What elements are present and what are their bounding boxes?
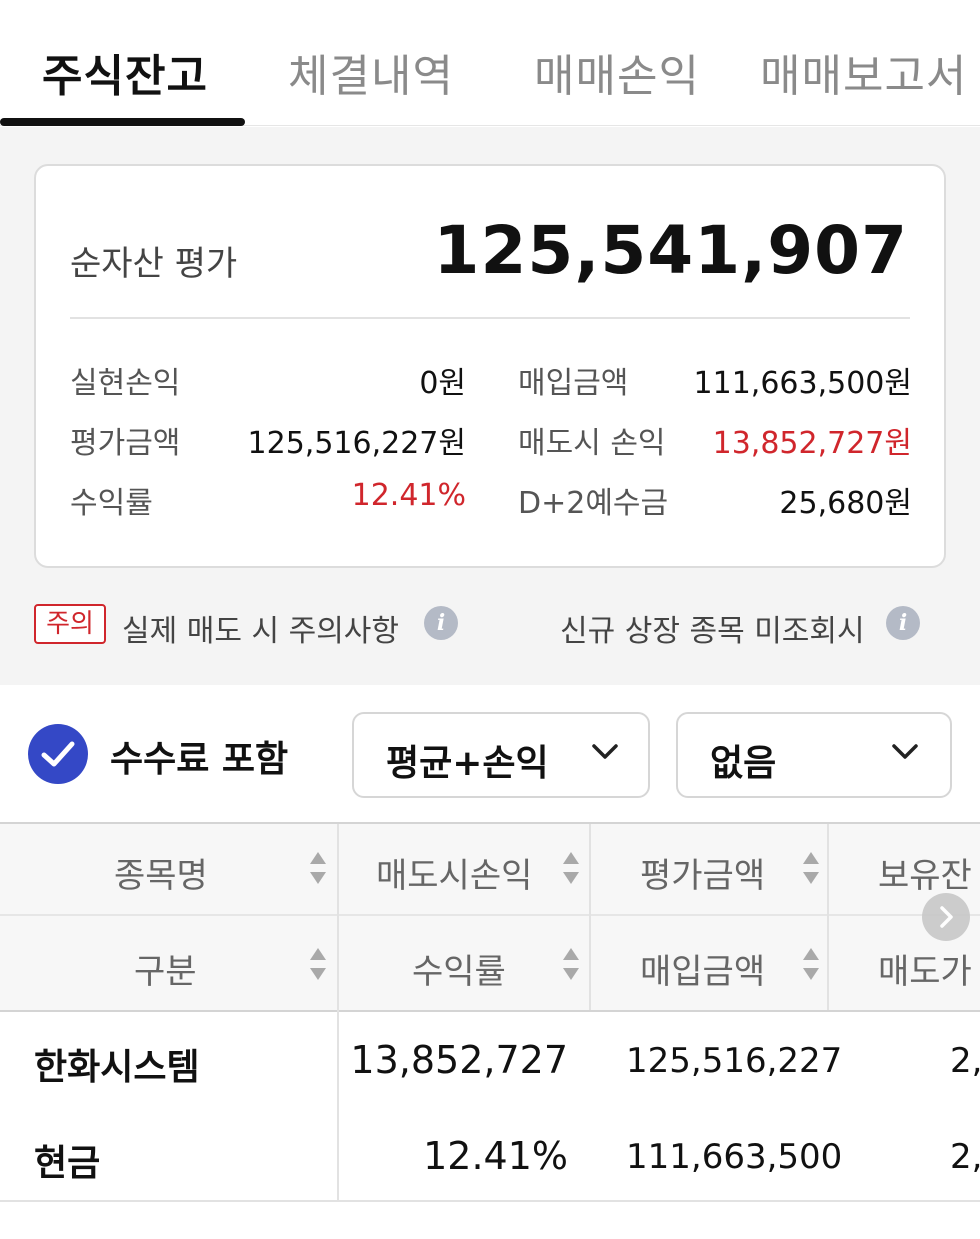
col-header-return[interactable]: 수익률 xyxy=(412,944,506,993)
sort-icon[interactable] xyxy=(309,852,327,886)
stock-name-cell[interactable]: 한화시스템 xyxy=(34,1038,200,1090)
realized-pl-value: 0원 xyxy=(419,366,466,401)
holding-cell: 2, xyxy=(950,1041,980,1081)
realized-pl-label: 실현손익 xyxy=(70,366,181,401)
caution-badge: 주의 xyxy=(34,604,106,644)
return-label: 수익률 xyxy=(70,486,153,521)
new-listing-link[interactable]: 신규 상장 종목 미조회시 xyxy=(560,606,865,650)
header-row-divider xyxy=(0,914,980,916)
header-bottom-border xyxy=(0,1010,980,1012)
info-icon[interactable]: i xyxy=(424,606,458,640)
include-fee-label[interactable]: 수수료 포함 xyxy=(110,730,288,782)
tab-bar: 주식잔고 체결내역 매매손익 매매보고서 xyxy=(0,0,980,126)
eval-amount-cell: 125,516,227 xyxy=(626,1041,843,1081)
tab-trading-report[interactable]: 매매보고서 xyxy=(760,40,967,104)
col-header-eval-amount[interactable]: 평가금액 xyxy=(640,848,765,897)
d2-deposit-value: 25,680원 xyxy=(779,486,912,521)
col-header-stock-name[interactable]: 종목명 xyxy=(114,848,208,897)
option-select[interactable]: 없음 xyxy=(676,712,952,798)
d2-deposit-label: D+2예수금 xyxy=(518,486,669,521)
purchase-amount-cell: 111,663,500 xyxy=(626,1137,843,1177)
col-header-sell-pl[interactable]: 매도시손익 xyxy=(376,848,532,897)
sell-pl-value: 13,852,727원 xyxy=(712,426,912,461)
sell-pl-label: 매도시 손익 xyxy=(518,426,666,461)
sell-caution-link[interactable]: 실제 매도 시 주의사항 xyxy=(122,606,399,650)
info-icon[interactable]: i xyxy=(886,606,920,640)
chevron-right-icon xyxy=(940,906,953,928)
tab-execution-history[interactable]: 체결내역 xyxy=(288,40,454,104)
include-fee-checkbox[interactable] xyxy=(28,724,88,784)
sort-icon[interactable] xyxy=(309,948,327,982)
purchase-amount-label: 매입금액 xyxy=(518,366,629,401)
sort-icon[interactable] xyxy=(562,852,580,886)
view-mode-value: 평균+손익 xyxy=(386,743,549,784)
sell-price-cell: 2, xyxy=(950,1137,980,1177)
col-header-sell-price[interactable]: 매도가 xyxy=(878,944,972,993)
sort-icon[interactable] xyxy=(802,948,820,982)
chevron-down-icon xyxy=(592,744,618,759)
sort-icon[interactable] xyxy=(562,948,580,982)
option-value: 없음 xyxy=(710,743,777,784)
col-header-holding[interactable]: 보유잔 xyxy=(878,848,972,897)
card-divider xyxy=(70,317,910,319)
check-icon xyxy=(41,741,75,767)
eval-amount-label: 평가금액 xyxy=(70,426,181,461)
col-header-category[interactable]: 구분 xyxy=(134,944,197,993)
net-asset-label: 순자산 평가 xyxy=(70,244,238,284)
net-asset-value: 125,541,907 xyxy=(433,212,908,289)
table-bottom-border xyxy=(0,1200,980,1202)
purchase-amount-value: 111,663,500원 xyxy=(693,366,912,401)
column-divider xyxy=(337,824,339,1202)
column-divider xyxy=(827,824,829,1010)
tab-stock-balance[interactable]: 주식잔고 xyxy=(42,40,208,104)
eval-amount-value: 125,516,227원 xyxy=(247,426,466,461)
view-mode-select[interactable]: 평균+손익 xyxy=(352,712,650,798)
column-divider xyxy=(589,824,591,1010)
chevron-down-icon xyxy=(892,744,918,759)
return-cell: 12.41% xyxy=(423,1134,568,1178)
sort-icon[interactable] xyxy=(802,852,820,886)
tab-trading-pl[interactable]: 매매손익 xyxy=(534,40,700,104)
scroll-right-button[interactable] xyxy=(922,893,970,941)
active-tab-indicator xyxy=(0,118,245,126)
col-header-purchase-amount[interactable]: 매입금액 xyxy=(640,944,765,993)
category-cell: 현금 xyxy=(34,1143,101,1184)
sell-pl-cell: 13,852,727 xyxy=(350,1038,568,1082)
return-value: 12.41% xyxy=(351,478,466,513)
